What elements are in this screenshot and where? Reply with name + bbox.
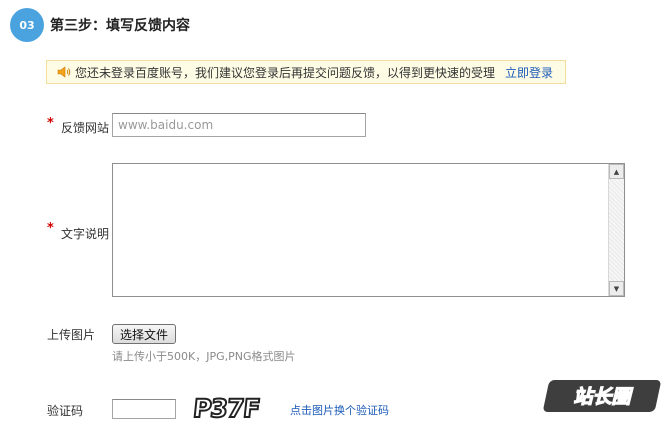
watermark-logo: 站长圈 xyxy=(542,380,662,412)
textarea-scrollbar[interactable]: ▲ ▼ xyxy=(608,164,624,296)
description-label: 文字说明 xyxy=(61,227,110,241)
step-number-badge: 03 xyxy=(10,8,44,42)
website-input[interactable] xyxy=(112,113,366,137)
description-textarea[interactable]: ▲ ▼ xyxy=(112,163,625,297)
required-asterisk: * xyxy=(47,116,54,131)
notice-message: 您还未登录百度账号，我们建议您登录后再提交问题反馈，以得到更快速的受理 xyxy=(75,65,496,80)
choose-file-button[interactable]: 选择文件 xyxy=(112,324,176,344)
required-asterisk: * xyxy=(47,221,54,236)
login-notice: 您还未登录百度账号，我们建议您登录后再提交问题反馈，以得到更快速的受理 立即登录 xyxy=(46,60,566,84)
svg-text:站长圈: 站长圈 xyxy=(573,386,633,408)
scroll-track[interactable] xyxy=(609,179,624,281)
refresh-captcha-link[interactable]: 点击图片换个验证码 xyxy=(290,402,389,418)
speaker-icon xyxy=(57,65,71,79)
upload-label: 上传图片 xyxy=(47,328,96,342)
step-title: 第三步：填写反馈内容 xyxy=(50,18,190,34)
login-link[interactable]: 立即登录 xyxy=(505,64,553,81)
captcha-image[interactable]: P37F xyxy=(191,392,271,424)
captcha-label: 验证码 xyxy=(47,404,84,418)
upload-hint: 请上传小于500K，JPG,PNG格式图片 xyxy=(112,350,296,363)
svg-text:P37F: P37F xyxy=(193,394,261,421)
scroll-down-icon[interactable]: ▼ xyxy=(609,281,624,296)
scroll-up-icon[interactable]: ▲ xyxy=(609,164,624,179)
captcha-input[interactable] xyxy=(112,399,176,419)
website-label: 反馈网站 xyxy=(61,121,110,135)
